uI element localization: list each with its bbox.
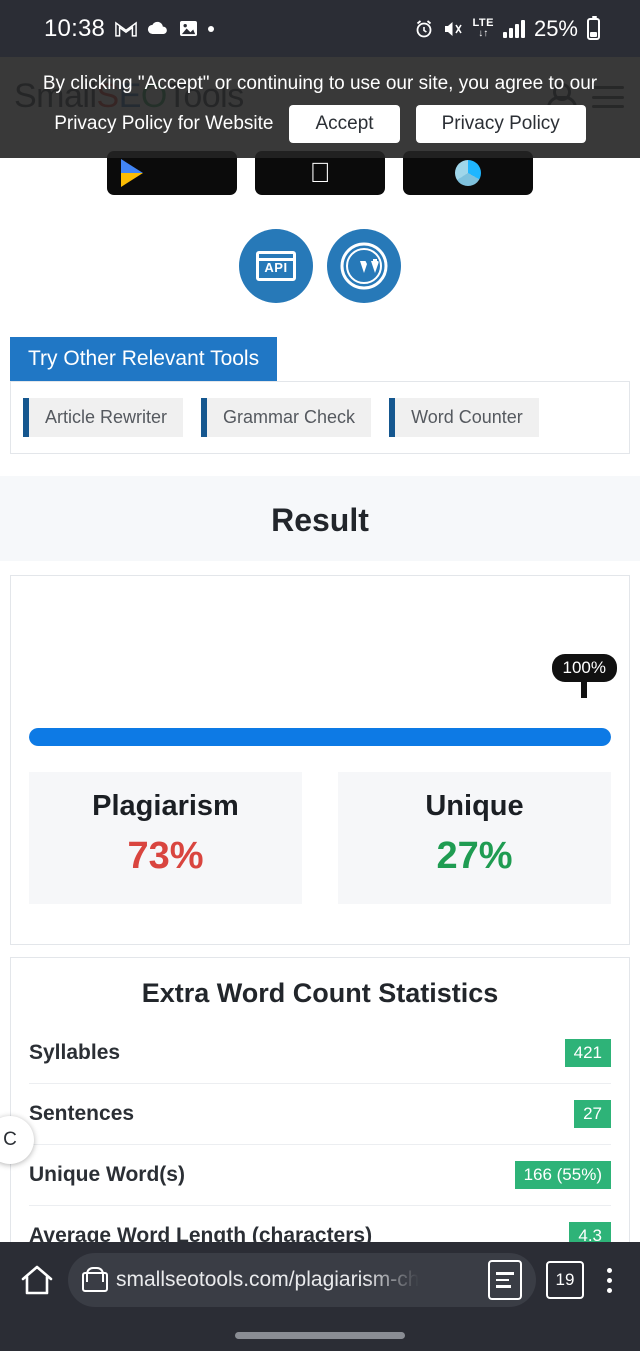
alarm-icon bbox=[414, 19, 434, 39]
home-icon[interactable] bbox=[16, 1259, 58, 1301]
tool-word-counter[interactable]: Word Counter bbox=[389, 398, 539, 437]
stat-badge: 4.3 bbox=[569, 1222, 611, 1242]
api-label: API bbox=[264, 260, 288, 275]
kebab-menu-icon[interactable] bbox=[594, 1267, 624, 1293]
stat-badge: 421 bbox=[564, 1039, 611, 1067]
progress-area: 100% bbox=[29, 576, 617, 746]
chat-widget-label: C bbox=[3, 1129, 17, 1150]
lock-icon bbox=[82, 1267, 108, 1293]
api-icon[interactable]: API bbox=[239, 229, 313, 303]
cloud-icon bbox=[147, 21, 169, 36]
mute-icon bbox=[443, 20, 463, 38]
progress-tooltip: 100% bbox=[551, 654, 617, 698]
unique-stat: Unique 27% bbox=[338, 772, 611, 904]
platform-icons-row: API bbox=[0, 229, 640, 303]
table-row: Sentences 27 bbox=[29, 1084, 611, 1145]
browser-toolbar: smallseotools.com/plagiarism-ch 19 bbox=[0, 1242, 640, 1318]
related-tools-card: Try Other Relevant Tools Article Rewrite… bbox=[10, 337, 630, 454]
reader-mode-icon[interactable] bbox=[488, 1260, 522, 1300]
stat-badge: 166 (55%) bbox=[514, 1161, 611, 1189]
result-card: 100% Plagiarism 73% Unique 27% bbox=[10, 575, 630, 945]
tool-article-rewriter[interactable]: Article Rewriter bbox=[23, 398, 184, 437]
result-heading: Result bbox=[271, 502, 369, 538]
table-row: Syllables 421 bbox=[29, 1023, 611, 1084]
table-row: Unique Word(s) 166 (55%) bbox=[29, 1145, 611, 1206]
unique-value: 27% bbox=[436, 835, 513, 877]
tab-count-button[interactable]: 19 bbox=[546, 1261, 584, 1299]
tool-label: Grammar Check bbox=[223, 407, 356, 427]
stat-name: Syllables bbox=[29, 1041, 121, 1064]
image-icon bbox=[179, 20, 198, 37]
url-text: smallseotools.com/plagiarism-ch bbox=[116, 1268, 420, 1291]
related-tools-tab[interactable]: Try Other Relevant Tools bbox=[10, 337, 278, 381]
clock: 10:38 bbox=[44, 14, 106, 42]
extra-stats-heading: Extra Word Count Statistics bbox=[141, 978, 499, 1008]
result-section: Result bbox=[0, 476, 640, 561]
table-row: Average Word Length (characters) 4.3 bbox=[29, 1206, 611, 1242]
battery-icon bbox=[587, 15, 600, 40]
accept-button[interactable]: Accept bbox=[289, 104, 400, 143]
cookie-actions: Privacy Policy for Website Accept Privac… bbox=[54, 104, 586, 143]
browser-bottom-bar: smallseotools.com/plagiarism-ch 19 bbox=[0, 1242, 640, 1351]
stat-name: Unique Word(s) bbox=[29, 1163, 185, 1186]
plagiarism-value: 73% bbox=[127, 835, 204, 877]
dot-indicator bbox=[208, 25, 215, 32]
stat-name: Average Word Length (characters) bbox=[29, 1224, 373, 1242]
stat-badge: 27 bbox=[574, 1100, 611, 1128]
cookie-text-line1: By clicking "Accept" or continuing to us… bbox=[42, 73, 598, 95]
progress-track bbox=[29, 728, 611, 746]
url-bar[interactable]: smallseotools.com/plagiarism-ch bbox=[68, 1253, 536, 1307]
cookie-consent-banner: By clicking "Accept" or continuing to us… bbox=[0, 57, 640, 158]
status-bar-left: 10:38 bbox=[44, 14, 215, 43]
unique-label: Unique bbox=[425, 790, 524, 822]
cookie-text-line2: Privacy Policy for Website bbox=[54, 112, 274, 134]
tool-label: Article Rewriter bbox=[45, 407, 168, 427]
progress-fill bbox=[29, 728, 611, 746]
extra-stats-card: Extra Word Count Statistics Syllables 42… bbox=[10, 957, 630, 1242]
plagiarism-label: Plagiarism bbox=[92, 790, 239, 822]
tool-label: Word Counter bbox=[411, 407, 523, 427]
plagiarism-stat: Plagiarism 73% bbox=[29, 772, 302, 904]
wordpress-icon[interactable] bbox=[327, 229, 401, 303]
android-status-bar: 10:38 LTE ↓↑ 25% bbox=[0, 0, 640, 57]
related-tools-list: Article Rewriter Grammar Check Word Coun… bbox=[10, 381, 630, 454]
screen: 10:38 LTE ↓↑ 25% API Try Other Relevant … bbox=[0, 0, 640, 1351]
stat-name: Sentences bbox=[29, 1102, 135, 1125]
battery-percent: 25% bbox=[533, 15, 578, 41]
status-bar-right: LTE ↓↑ 25% bbox=[414, 15, 600, 42]
tool-grammar-check[interactable]: Grammar Check bbox=[201, 398, 372, 437]
privacy-policy-button[interactable]: Privacy Policy bbox=[415, 104, 586, 143]
result-stats-row: Plagiarism 73% Unique 27% bbox=[29, 772, 611, 904]
webpage-viewport: SmallSEOTools  API bbox=[0, 57, 640, 1242]
gmail-icon bbox=[115, 20, 137, 37]
gesture-nav-pill bbox=[235, 1332, 405, 1339]
lte-icon: LTE ↓↑ bbox=[472, 17, 494, 39]
signal-icon bbox=[502, 19, 525, 38]
